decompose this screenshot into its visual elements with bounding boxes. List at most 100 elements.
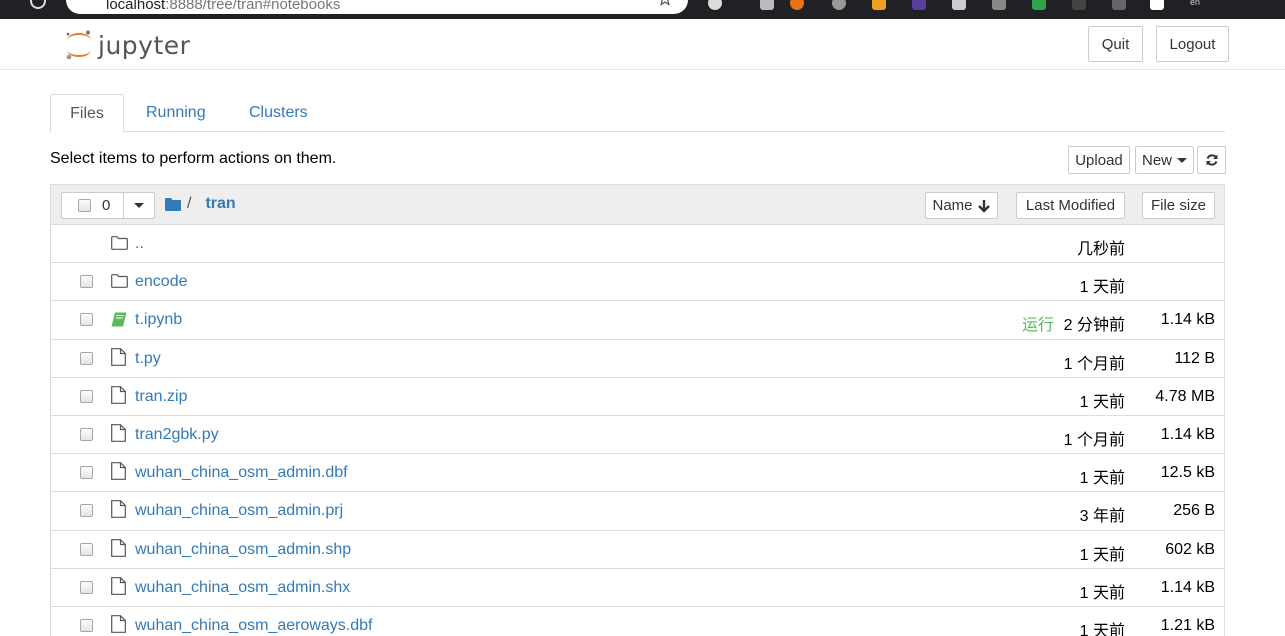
select-all-checkbox[interactable] [78,199,91,212]
extension-icon[interactable] [1032,0,1046,10]
sort-by-modified-button[interactable]: Last Modified [1016,192,1125,219]
item-checkbox[interactable] [80,275,93,289]
breadcrumb-dir-link[interactable]: tran [205,195,235,213]
item-name-link[interactable]: tran2gbk.py [135,426,219,444]
item-checkbox[interactable] [80,427,93,441]
select-all-group[interactable]: 0 [61,192,155,219]
item-name-link[interactable]: encode [135,273,188,291]
tab-running[interactable]: Running [126,94,226,132]
tab-files[interactable]: Files [50,94,124,133]
breadcrumb: / tran [165,195,236,213]
item-modified: 1 天前 [1079,546,1125,564]
running-indicator: 运行 [1021,317,1054,335]
notebook-icon [111,312,127,327]
item-modified: 1 天前 [1079,584,1125,602]
item-icon [111,385,126,409]
item-icon [111,614,126,636]
divider [123,193,124,218]
list-item[interactable]: wuhan_china_osm_admin.prj 3 年前 256 B [51,492,1224,531]
quit-button[interactable]: Quit [1088,26,1143,62]
item-modified: 1 天前 [1079,393,1125,411]
list-item[interactable]: wuhan_china_osm_admin.shx 1 天前 1.14 kB [51,569,1224,607]
folder-icon[interactable] [165,197,181,211]
list-item[interactable]: encode 1 天前 [51,263,1224,302]
item-name-link[interactable]: wuhan_china_osm_admin.prj [135,502,343,520]
item-modified: 1 天前 [1079,622,1125,636]
list-item[interactable]: t.ipynb 运行 2 分钟前 1.14 kB [51,301,1224,340]
address-bar[interactable]: localhost:8888/tree/tran#notebooks [66,0,688,14]
selection-dropdown-caret-icon[interactable] [134,203,144,208]
list-item[interactable]: wuhan_china_osm_admin.shp 1 天前 602 kB [51,531,1224,569]
bookmark-star-icon[interactable] [658,0,672,6]
extension-icon[interactable] [952,0,966,10]
extension-icon[interactable] [1150,0,1164,10]
item-modified: 1 天前 [1079,470,1125,488]
item-name-link[interactable]: .. [135,235,144,253]
upload-button[interactable]: Upload [1068,146,1130,174]
list-item[interactable]: tran2gbk.py 1 个月前 1.14 kB [51,416,1224,455]
item-size: 1.21 kB [1160,616,1215,634]
file-icon [111,576,126,595]
language-badge[interactable]: en [1190,0,1200,7]
item-modified: 1 个月前 [1063,355,1125,373]
extension-icon[interactable] [1112,0,1126,10]
item-checkbox[interactable] [80,313,93,327]
file-rows: .. 几秒前 encode 1 天前 t.ipynb 运行 2 分钟前 1.14 kB t.py… [51,225,1224,636]
reload-icon[interactable] [30,0,46,9]
item-checkbox[interactable] [80,389,93,403]
extension-icon[interactable] [832,0,846,10]
item-checkbox[interactable] [80,618,93,632]
jupyter-logo[interactable]: jupyter [64,27,190,63]
item-checkbox[interactable] [80,466,93,480]
item-modified: 1 个月前 [1063,431,1125,449]
extension-icon[interactable] [992,0,1006,10]
sort-by-name-button[interactable]: Name [925,192,998,219]
item-name-link[interactable]: wuhan_china_osm_admin.shp [135,541,351,559]
jupyter-logo-icon [66,30,91,60]
sort-by-size-button[interactable]: File size [1142,192,1215,219]
extension-icon[interactable] [872,0,886,10]
file-icon [111,500,126,519]
list-item[interactable]: tran.zip 1 天前 4.78 MB [51,378,1224,416]
item-size: 4.78 MB [1155,387,1215,405]
item-icon [111,462,126,485]
item-icon [111,312,127,332]
item-name-link[interactable]: wuhan_china_osm_admin.dbf [135,464,348,482]
item-name-link[interactable]: wuhan_china_osm_aeroways.dbf [135,617,372,635]
list-item[interactable]: .. 几秒前 [51,225,1224,264]
refresh-button[interactable] [1197,146,1226,174]
file-icon [111,538,126,557]
extension-icon[interactable] [912,0,926,10]
item-checkbox[interactable] [80,351,93,365]
file-list: 0 / tran Name Last Modified File size ..… [50,184,1225,636]
pause-extension-icon[interactable] [760,0,774,10]
item-icon [111,500,126,523]
item-checkbox[interactable] [80,542,93,556]
list-item[interactable]: t.py 1 个月前 112 B [51,340,1224,378]
item-icon [111,347,126,371]
breadcrumb-separator: / [187,195,192,212]
list-item[interactable]: wuhan_china_osm_aeroways.dbf 1 天前 1.21 kB [51,607,1224,636]
file-icon [111,462,126,481]
item-name-link[interactable]: t.py [135,350,161,368]
item-modified: 几秒前 [1076,241,1125,258]
extension-icon[interactable] [1072,0,1086,10]
tab-clusters[interactable]: Clusters [229,94,328,132]
item-modified: 1 天前 [1079,279,1125,297]
item-name-link[interactable]: wuhan_china_osm_admin.shx [135,579,350,597]
list-header: 0 / tran Name Last Modified File size [51,185,1224,225]
item-checkbox[interactable] [80,580,93,594]
extension-icon[interactable] [790,0,804,10]
extension-icon[interactable] [708,0,722,10]
list-item[interactable]: wuhan_china_osm_admin.dbf 1 天前 12.5 kB [51,454,1224,493]
new-dropdown-button[interactable]: New [1135,146,1194,174]
file-icon [111,424,126,442]
item-name-link[interactable]: t.ipynb [135,311,182,329]
item-name-link[interactable]: tran.zip [135,388,187,406]
refresh-icon [1206,154,1217,166]
item-icon [111,424,126,447]
logout-button[interactable]: Logout [1156,26,1229,62]
file-icon [111,347,126,366]
item-checkbox[interactable] [80,504,93,518]
item-size: 602 kB [1165,540,1215,558]
